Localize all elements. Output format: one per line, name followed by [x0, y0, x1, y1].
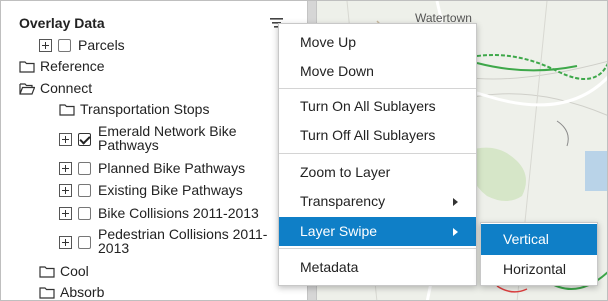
group-label: Reference: [40, 58, 105, 74]
layer-label: Planned Bike Pathways: [98, 160, 246, 176]
menu-item-label: Turn On All Sublayers: [300, 98, 436, 114]
folder-icon: [39, 266, 55, 278]
group-label: Cool: [60, 263, 89, 279]
group-item-transportation-stops[interactable]: Transportation Stops: [59, 101, 209, 117]
layer-label: Emerald Network Bike Pathways: [98, 123, 237, 153]
group-item-cool[interactable]: Cool: [39, 263, 89, 279]
layer-label: Parcels: [78, 37, 125, 53]
expand-icon[interactable]: [39, 39, 52, 52]
layer-checkbox[interactable]: [78, 184, 91, 197]
submenu-item-horizontal[interactable]: Horizontal: [481, 254, 597, 285]
folder-icon: [19, 61, 35, 73]
layer-context-menu: Move Up Move Down Turn On All Sublayers …: [278, 23, 477, 286]
expand-icon[interactable]: [59, 184, 72, 197]
expand-icon[interactable]: [59, 236, 72, 249]
menu-item-turn-on-sublayers[interactable]: Turn On All Sublayers: [279, 92, 476, 121]
expand-icon[interactable]: [59, 133, 72, 146]
folder-icon: [39, 287, 55, 299]
folder-open-icon: [19, 83, 35, 95]
group-item-reference[interactable]: Reference: [19, 58, 105, 74]
layer-item-planned-bike[interactable]: Planned Bike Pathways: [59, 160, 245, 176]
expand-icon[interactable]: [59, 207, 72, 220]
menu-item-turn-off-sublayers[interactable]: Turn Off All Sublayers: [279, 121, 476, 150]
menu-item-metadata[interactable]: Metadata: [279, 253, 476, 282]
menu-item-label: Turn Off All Sublayers: [300, 127, 436, 143]
group-item-absorb[interactable]: Absorb: [39, 284, 104, 300]
layer-label: Pedestrian Collisions 2011-2013: [98, 226, 268, 256]
layer-item-emerald-network[interactable]: Emerald Network Bike Pathways: [59, 124, 258, 152]
menu-item-label: Metadata: [300, 259, 359, 275]
menu-item-move-down[interactable]: Move Down: [279, 57, 476, 86]
menu-separator: [279, 88, 476, 89]
menu-separator: [279, 248, 476, 249]
submenu-item-label: Horizontal: [503, 261, 567, 277]
menu-item-label: Zoom to Layer: [300, 164, 391, 180]
layer-label: Existing Bike Pathways: [98, 182, 243, 198]
panel-title: Overlay Data: [19, 15, 105, 31]
folder-icon: [59, 104, 75, 116]
layer-item-existing-bike[interactable]: Existing Bike Pathways: [59, 182, 243, 198]
layer-checkbox[interactable]: [58, 39, 71, 52]
menu-item-label: Transparency: [300, 193, 386, 209]
submenu-arrow-icon: [453, 198, 458, 206]
menu-item-label: Move Down: [300, 63, 374, 79]
group-item-connect[interactable]: Connect: [19, 80, 92, 96]
app-frame: Watertown Overlay Data Parcels Reference: [0, 0, 608, 301]
layer-checkbox[interactable]: [78, 133, 91, 146]
layer-swipe-submenu: Vertical Horizontal: [480, 222, 598, 286]
layer-label: Bike Collisions 2011-2013: [98, 205, 259, 221]
menu-item-label: Layer Swipe: [300, 223, 378, 239]
submenu-arrow-icon: [453, 228, 458, 236]
menu-item-move-up[interactable]: Move Up: [279, 28, 476, 57]
layer-checkbox[interactable]: [78, 236, 91, 249]
menu-item-zoom-to-layer[interactable]: Zoom to Layer: [279, 158, 476, 187]
layer-item-bike-collisions[interactable]: Bike Collisions 2011-2013: [59, 205, 259, 221]
menu-item-layer-swipe[interactable]: Layer Swipe: [279, 217, 476, 246]
submenu-item-label: Vertical: [503, 231, 549, 247]
menu-item-label: Move Up: [300, 34, 357, 50]
group-label: Absorb: [60, 284, 105, 300]
submenu-item-vertical[interactable]: Vertical: [481, 224, 597, 255]
layer-item-parcels[interactable]: Parcels: [39, 37, 125, 53]
menu-item-transparency[interactable]: Transparency: [279, 187, 476, 216]
overlay-data-panel: Overlay Data Parcels Reference Connect T…: [1, 1, 307, 300]
group-label: Transportation Stops: [80, 101, 210, 117]
menu-separator: [279, 153, 476, 154]
layer-item-pedestrian-collisions[interactable]: Pedestrian Collisions 2011-2013: [59, 227, 276, 255]
layer-checkbox[interactable]: [78, 162, 91, 175]
layer-checkbox[interactable]: [78, 207, 91, 220]
group-label: Connect: [40, 80, 93, 96]
expand-icon[interactable]: [59, 162, 72, 175]
